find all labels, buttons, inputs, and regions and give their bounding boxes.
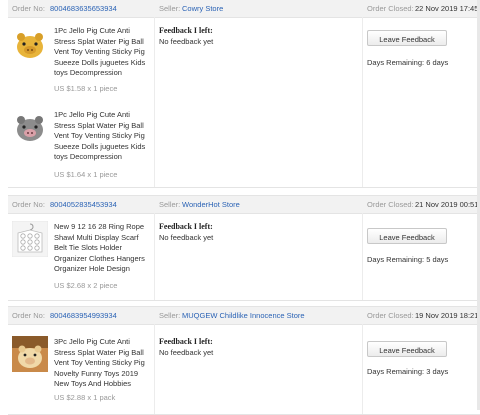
- seller-link[interactable]: MUQGEW Childlike Innocence Store: [182, 311, 305, 320]
- item-title-link[interactable]: New 9 12 16 28 Ring Rope Shawl Multi Dis…: [54, 222, 152, 275]
- column-divider: [362, 213, 363, 300]
- order-closed-date: 22 Nov 2019 17:45: [415, 4, 479, 13]
- seller-label: Seller:: [159, 4, 181, 13]
- yellow-pig-toy-image[interactable]: [12, 27, 48, 63]
- item-price: US $1.64 x 1 piece: [54, 170, 118, 179]
- order-no-label: Order No:: [12, 311, 45, 320]
- feedback-status: No feedback yet: [159, 37, 214, 46]
- order-no-link[interactable]: 8004683954993934: [50, 311, 117, 320]
- seller-link[interactable]: Cowry Store: [182, 4, 223, 13]
- feedback-left-label: Feedback I left:: [159, 222, 213, 231]
- column-divider: [154, 213, 155, 300]
- order-item: 3Pc Jello Pig Cute Anti Stress Splat Wat…: [8, 324, 154, 414]
- order-closed-label: Order Closed:: [367, 4, 414, 13]
- feedback-left-label: Feedback I left:: [159, 26, 213, 35]
- item-price: US $2.68 x 2 piece: [54, 281, 118, 290]
- order-closed-label: Order Closed:: [367, 200, 414, 209]
- seller-link[interactable]: WonderHot Store: [182, 200, 240, 209]
- days-remaining: Days Remaining: 6 days: [367, 58, 449, 67]
- order-card: Order No: 8004683954993934 Seller: MUQGE…: [8, 306, 480, 415]
- order-no-link[interactable]: 8004052835453934: [50, 200, 117, 209]
- pig-toys-pack-image[interactable]: [12, 336, 48, 372]
- leave-feedback-button[interactable]: Leave Feedback: [367, 341, 447, 357]
- order-closed-date: 19 Nov 2019 18:21: [415, 311, 479, 320]
- leave-feedback-button[interactable]: Leave Feedback: [367, 30, 447, 46]
- seller-label: Seller:: [159, 311, 181, 320]
- order-no-label: Order No:: [12, 200, 45, 209]
- days-remaining: Days Remaining: 5 days: [367, 255, 449, 264]
- order-body: 3Pc Jello Pig Cute Anti Stress Splat Wat…: [8, 324, 480, 415]
- order-item: New 9 12 16 28 Ring Rope Shawl Multi Dis…: [8, 213, 154, 300]
- days-remaining: Days Remaining: 3 days: [367, 367, 449, 376]
- column-divider: [154, 324, 155, 414]
- order-item: 1Pc Jello Pig Cute Anti Stress Splat Wat…: [8, 17, 154, 102]
- item-title-link[interactable]: 1Pc Jello Pig Cute Anti Stress Splat Wat…: [54, 26, 152, 79]
- order-no-link[interactable]: 8004683635653934: [50, 4, 117, 13]
- order-header: Order No: 8004683635653934 Seller: Cowry…: [8, 0, 480, 18]
- feedback-status: No feedback yet: [159, 233, 214, 242]
- order-item: 1Pc Jello Pig Cute Anti Stress Splat Wat…: [8, 102, 154, 187]
- feedback-left-label: Feedback I left:: [159, 337, 213, 346]
- feedback-status: No feedback yet: [159, 348, 214, 357]
- order-no-label: Order No:: [12, 4, 45, 13]
- order-body: New 9 12 16 28 Ring Rope Shawl Multi Dis…: [8, 213, 480, 301]
- item-price: US $2.88 x 1 pack: [54, 393, 116, 402]
- column-divider: [154, 17, 155, 187]
- order-closed-date: 21 Nov 2019 00:51: [415, 200, 479, 209]
- item-price: US $1.58 x 1 piece: [54, 84, 118, 93]
- column-divider: [362, 17, 363, 187]
- order-body: 1Pc Jello Pig Cute Anti Stress Splat Wat…: [8, 17, 480, 188]
- order-card: Order No: 8004683635653934 Seller: Cowry…: [8, 0, 480, 188]
- order-card: Order No: 8004052835453934 Seller: Wonde…: [8, 195, 480, 301]
- order-closed-label: Order Closed:: [367, 311, 414, 320]
- order-header: Order No: 8004052835453934 Seller: Wonde…: [8, 195, 480, 214]
- seller-label: Seller:: [159, 200, 181, 209]
- leave-feedback-button[interactable]: Leave Feedback: [367, 228, 447, 244]
- item-title-link[interactable]: 3Pc Jello Pig Cute Anti Stress Splat Wat…: [54, 337, 152, 390]
- item-title-link[interactable]: 1Pc Jello Pig Cute Anti Stress Splat Wat…: [54, 110, 152, 163]
- column-divider: [362, 324, 363, 414]
- grey-pig-toy-image[interactable]: [12, 110, 48, 146]
- ring-hanger-image[interactable]: [12, 221, 48, 257]
- order-header: Order No: 8004683954993934 Seller: MUQGE…: [8, 306, 480, 325]
